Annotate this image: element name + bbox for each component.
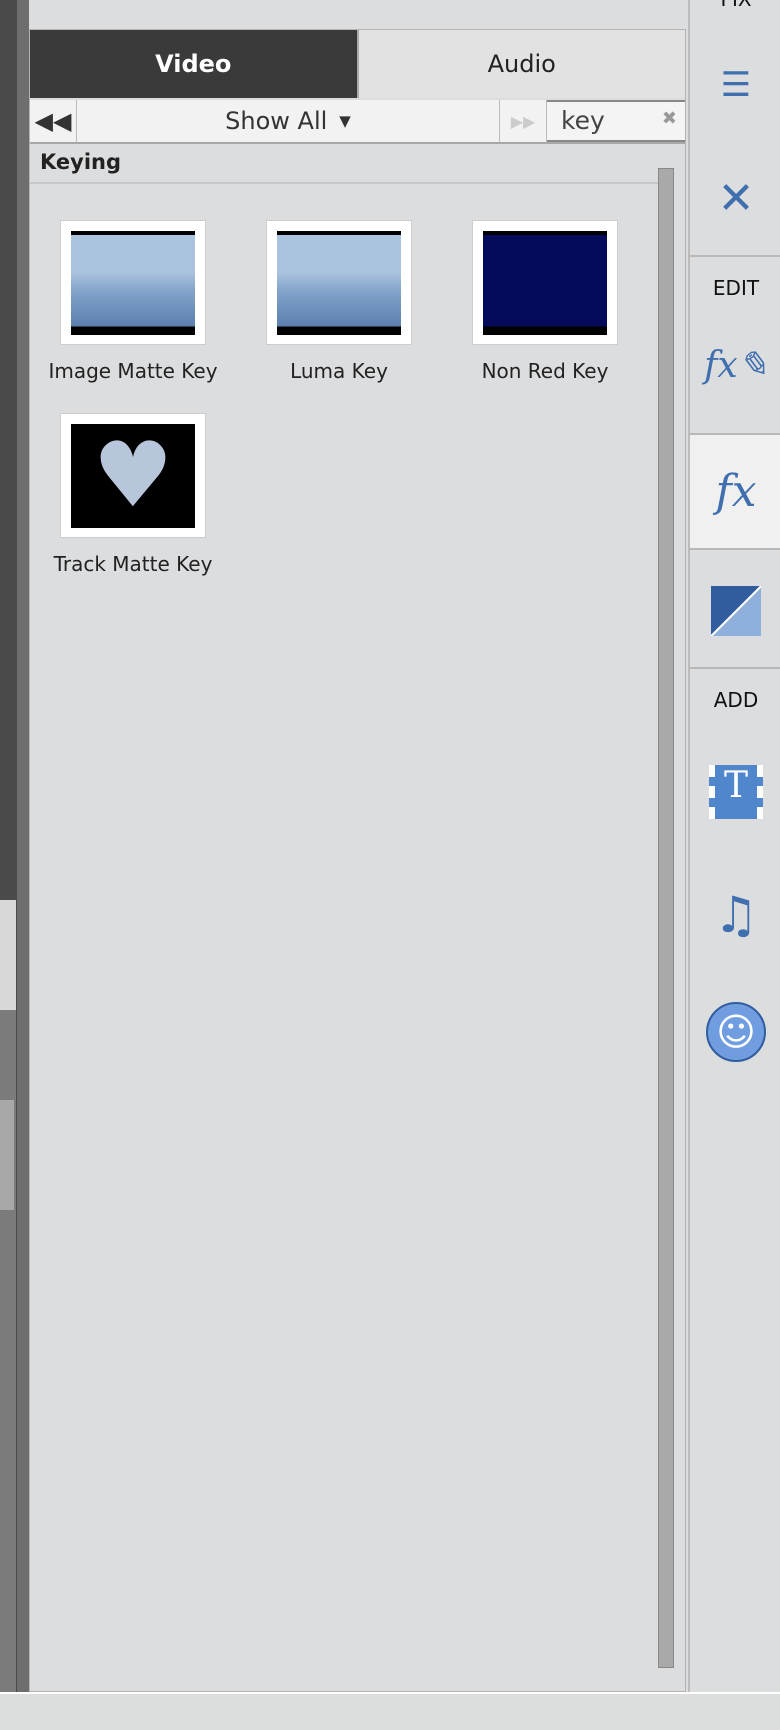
rewind-icon[interactable]: ◀◀ [30, 100, 77, 142]
search-input[interactable]: key ✖ [547, 100, 685, 142]
effect-thumbnail [266, 220, 412, 345]
fix-section-label: FIX [690, 0, 780, 11]
fx-effects-icon[interactable]: fx [690, 435, 780, 548]
tools-icon[interactable]: ✕ [690, 170, 780, 226]
section-header: Keying [30, 144, 660, 184]
effect-label: Non Red Key [481, 359, 609, 383]
divider [690, 255, 780, 257]
edit-section-label: EDIT [712, 276, 760, 300]
filter-dropdown[interactable]: Show All ▼ [77, 100, 500, 142]
effect-label: Image Matte Key [48, 359, 218, 383]
effects-panel: Video Audio ◀◀ Show All ▼ ▶▶ key ✖ Keyin… [29, 29, 686, 1692]
filter-value: Show All [225, 107, 328, 135]
tab-audio[interactable]: Audio [356, 30, 685, 98]
right-sidebar: FIX ☰ ✕ EDIT fx✎ fx ADD T ♫ ☺ [688, 0, 780, 1692]
effect-track-matte-key[interactable]: ♥ Track Matte Key [33, 413, 233, 576]
effect-luma-key[interactable]: Luma Key [239, 220, 439, 383]
divider [690, 667, 780, 669]
search-value: key [561, 106, 605, 135]
effect-image-matte-key[interactable]: Image Matte Key [33, 220, 233, 383]
chevron-down-icon: ▼ [339, 112, 351, 130]
status-bar [0, 1692, 780, 1730]
effect-thumbnail [472, 220, 618, 345]
left-panel-edge [0, 0, 17, 1692]
effect-label: Track Matte Key [53, 552, 213, 576]
toolbar: ◀◀ Show All ▼ ▶▶ key ✖ [30, 100, 685, 144]
clear-icon[interactable]: ✖ [662, 108, 677, 129]
titles-icon[interactable]: T [690, 765, 780, 819]
effect-thumbnail [60, 220, 206, 345]
divider [690, 548, 780, 550]
fx-edit-icon[interactable]: fx✎ [690, 335, 780, 395]
adjust-sliders-icon[interactable]: ☰ [690, 60, 780, 110]
graphics-smiley-icon[interactable]: ☺ [690, 1000, 780, 1064]
effect-non-red-key[interactable]: Non Red Key [445, 220, 645, 383]
left-panel-light-block [0, 900, 16, 1010]
effect-label: Luma Key [290, 359, 388, 383]
tab-bar: Video Audio [30, 30, 685, 98]
effects-grid: Image Matte Key Luma Key Non Red Key ♥ T… [30, 220, 650, 576]
scrollbar[interactable] [658, 168, 674, 1668]
add-section-label: ADD [713, 688, 759, 712]
effect-thumbnail: ♥ [60, 413, 206, 538]
tab-video[interactable]: Video [30, 30, 357, 98]
fast-forward-icon[interactable]: ▶▶ [500, 100, 547, 142]
left-scroll-thumb[interactable] [0, 1100, 14, 1210]
music-icon[interactable]: ♫ [690, 885, 780, 945]
splitter[interactable] [17, 0, 29, 1692]
transitions-icon[interactable] [690, 585, 780, 637]
